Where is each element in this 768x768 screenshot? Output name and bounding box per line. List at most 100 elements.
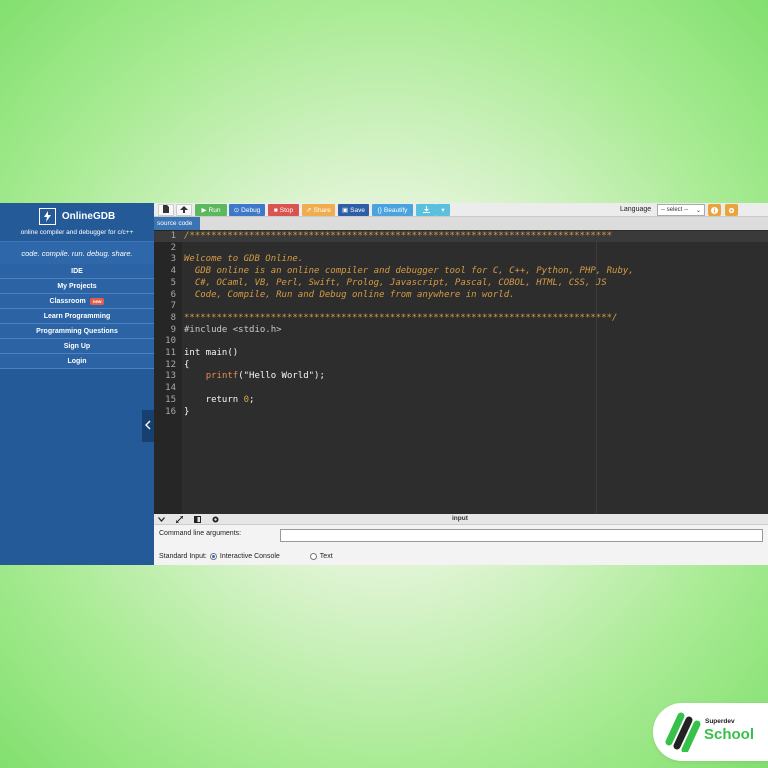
code-text: /***************************************… <box>184 231 613 241</box>
code-line: 1 /**************************************… <box>154 231 768 243</box>
download-dropdown-button[interactable]: ▾ <box>436 204 450 216</box>
panel-title: input <box>452 515 468 522</box>
lightning-logo-icon <box>38 208 56 225</box>
debug-icon: ⊙ <box>233 207 240 214</box>
code-line: 12 { <box>154 360 768 372</box>
share-button[interactable]: ⇗ Share <box>302 204 335 216</box>
code-text: #include <stdio.h> <box>184 324 282 335</box>
text-radio[interactable] <box>309 553 317 560</box>
line-number: 3 <box>170 254 176 265</box>
input-panel: input Command line arguments: Standard I… <box>154 514 768 565</box>
code-text: return 0; <box>184 394 255 405</box>
sidebar-item-login[interactable]: Login <box>0 354 154 369</box>
code-line: 10 <box>154 336 768 348</box>
download-icon <box>422 205 430 215</box>
line-number: 1 <box>170 231 176 241</box>
line-number: 9 <box>170 324 176 335</box>
upload-button[interactable] <box>176 204 192 216</box>
code-line: 14 <box>154 383 768 395</box>
toolbar: ▶ Run ⊙ Debug ■ Stop ⇗ Share ▣ Save {} Beautif… <box>154 203 768 217</box>
code-line: 8 ***************************************… <box>154 313 768 325</box>
line-number: 10 <box>165 336 176 347</box>
sidebar-item-classroom[interactable]: Classroom new <box>0 294 154 309</box>
new-badge: new <box>89 297 105 305</box>
onlinegdb-window: OnlineGDB online compiler and debugger f… <box>0 203 768 565</box>
line-number: 15 <box>165 394 176 405</box>
line-number: 12 <box>165 359 176 370</box>
stdin-label: Standard Input: <box>159 553 207 560</box>
sidebar-item-ide[interactable]: IDE <box>0 264 154 279</box>
split-view-icon[interactable] <box>193 515 202 524</box>
language-select[interactable]: -- select -- ⌄ <box>657 204 705 216</box>
cmd-args-input[interactable] <box>280 529 763 542</box>
panel-header: input <box>154 514 768 525</box>
code-line: 13 printf("Hello World"); <box>154 371 768 383</box>
chevron-down-icon: ⌄ <box>695 207 701 214</box>
sidebar-collapse-button[interactable] <box>142 410 154 442</box>
save-icon: ▣ <box>342 207 349 214</box>
gear-icon[interactable] <box>211 515 220 524</box>
code-line: 3 Welcome to GDB Online. <box>154 254 768 266</box>
stdin-options: Standard Input: Interactive Console Text <box>159 553 333 560</box>
line-number: 2 <box>170 242 176 253</box>
sidebar-item-programming-questions[interactable]: Programming Questions <box>0 324 154 339</box>
text-label[interactable]: Text <box>320 553 333 560</box>
share-icon: ⇗ <box>306 207 312 214</box>
code-line: 9 #include <stdio.h> <box>154 325 768 337</box>
file-tabs: source code <box>154 217 768 230</box>
play-icon: ▶ <box>201 207 207 214</box>
code-line: 2 <box>154 243 768 255</box>
code-line: 16} <box>154 407 768 419</box>
line-number: 5 <box>170 277 176 288</box>
save-button[interactable]: ▣ Save <box>338 204 369 216</box>
code-text: { <box>184 359 190 370</box>
interactive-console-label[interactable]: Interactive Console <box>220 553 280 560</box>
sidebar-item-sign-up[interactable]: Sign Up <box>0 339 154 354</box>
new-file-button[interactable] <box>158 204 174 216</box>
line-number: 4 <box>170 266 176 277</box>
code-text: Code, Compile, Run and Debug online from… <box>184 289 515 300</box>
sidebar-item-my-projects[interactable]: My Projects <box>0 279 154 294</box>
line-number: 8 <box>170 312 176 323</box>
sidebar-item-learn-programming[interactable]: Learn Programming <box>0 309 154 324</box>
code-editor[interactable]: 1 /**************************************… <box>154 230 768 514</box>
brand[interactable]: OnlineGDB online compiler and debugger f… <box>0 203 154 241</box>
code-line: 7 <box>154 301 768 313</box>
code-text: C#, OCaml, VB, Perl, Swift, Prolog, Java… <box>184 277 607 288</box>
settings-button[interactable] <box>725 204 738 216</box>
language-label: Language <box>620 206 652 213</box>
braces-icon: {} <box>377 206 382 214</box>
interactive-console-radio[interactable] <box>209 553 217 560</box>
beautify-button[interactable]: {} Beautify <box>372 204 413 216</box>
tagline: code. compile. run. debug. share. <box>0 241 154 264</box>
new-file-icon <box>163 205 169 215</box>
line-number: 13 <box>165 371 176 382</box>
school-label: School <box>704 726 755 743</box>
code-line: 6 Code, Compile, Run and Debug online fr… <box>154 290 768 302</box>
code-text: int main() <box>184 348 239 358</box>
expand-icon[interactable] <box>175 515 184 524</box>
stop-button[interactable]: ■ Stop <box>268 204 299 216</box>
chevron-down-icon[interactable] <box>157 515 166 524</box>
superdev-stripes-icon <box>665 712 701 757</box>
code-line: 15 return 0; <box>154 395 768 407</box>
caret-down-icon: ▾ <box>441 207 445 214</box>
line-number: 11 <box>165 348 176 358</box>
upload-icon <box>180 205 188 215</box>
tab-source-code[interactable]: source code <box>154 217 200 230</box>
brand-subtitle: online compiler and debugger for c/c++ <box>20 229 134 236</box>
code-text: ****************************************… <box>184 312 618 323</box>
line-number: 14 <box>165 383 176 394</box>
superdev-label: Superdev <box>705 718 735 725</box>
download-button[interactable] <box>416 204 436 216</box>
sidebar: OnlineGDB online compiler and debugger f… <box>0 203 154 565</box>
code-text: } <box>184 406 190 417</box>
run-button[interactable]: ▶ Run <box>195 204 227 216</box>
line-number: 7 <box>170 301 176 312</box>
stop-icon: ■ <box>273 206 278 214</box>
code-text: Welcome to GDB Online. <box>184 254 304 265</box>
chevron-left-icon <box>145 417 151 435</box>
code-line: 4 GDB online is an online compiler and d… <box>154 266 768 278</box>
info-button[interactable] <box>708 204 721 216</box>
debug-button[interactable]: ⊙ Debug <box>229 204 265 216</box>
